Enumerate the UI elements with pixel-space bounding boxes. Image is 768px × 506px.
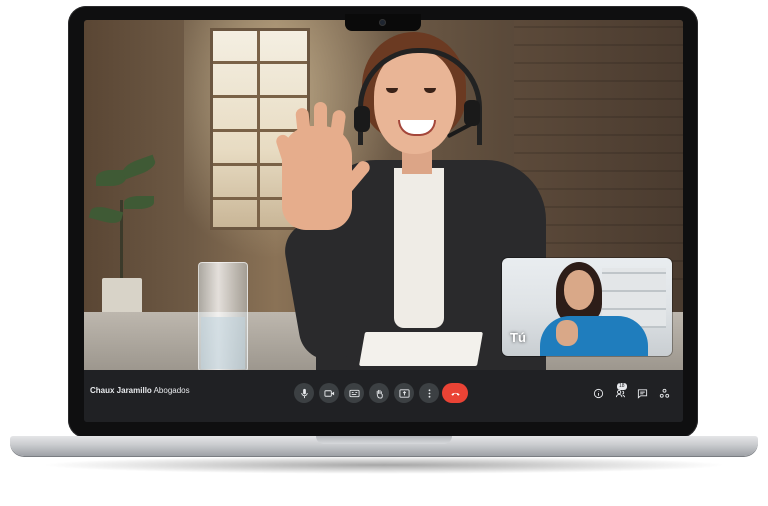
chat-icon — [637, 388, 647, 399]
water-glass — [198, 262, 248, 370]
meeting-info-button[interactable] — [590, 385, 606, 401]
raise-hand-icon — [376, 389, 383, 399]
webcam-icon — [379, 19, 386, 26]
meeting-title: Chaux Jaramillo Abogados — [90, 386, 190, 395]
mic-icon — [300, 388, 308, 398]
laptop-mockup: Tú Chaux Jaramillo Abogados 18 — [0, 0, 768, 506]
laptop-opening-notch — [316, 436, 452, 444]
main-video: Tú — [84, 20, 683, 370]
more-options-button[interactable] — [419, 383, 439, 403]
participant-count-badge: 18 — [617, 383, 627, 390]
raise-hand-button[interactable] — [369, 383, 389, 403]
more-icon — [428, 388, 430, 398]
camera-icon — [323, 389, 334, 397]
activities-button[interactable] — [656, 385, 672, 401]
present-button[interactable] — [394, 383, 414, 403]
captions-button[interactable] — [344, 383, 364, 403]
call-toolbar: Chaux Jaramillo Abogados 18 — [84, 370, 683, 422]
mic-button[interactable] — [294, 383, 314, 403]
info-icon — [593, 388, 603, 398]
self-view-label: Tú — [510, 330, 526, 345]
people-button[interactable]: 18 — [612, 383, 628, 401]
camera-button[interactable] — [319, 383, 339, 403]
chat-button[interactable] — [634, 385, 650, 401]
self-view-tile[interactable]: Tú — [502, 258, 672, 356]
activities-icon — [659, 388, 669, 398]
laptop-shadow — [40, 456, 728, 474]
present-icon — [398, 388, 410, 398]
hangup-button[interactable] — [442, 383, 468, 403]
video-call-screen: Tú Chaux Jaramillo Abogados 18 — [84, 20, 683, 422]
captions-icon — [348, 389, 360, 397]
notebook — [359, 332, 483, 366]
hangup-icon — [450, 392, 460, 396]
